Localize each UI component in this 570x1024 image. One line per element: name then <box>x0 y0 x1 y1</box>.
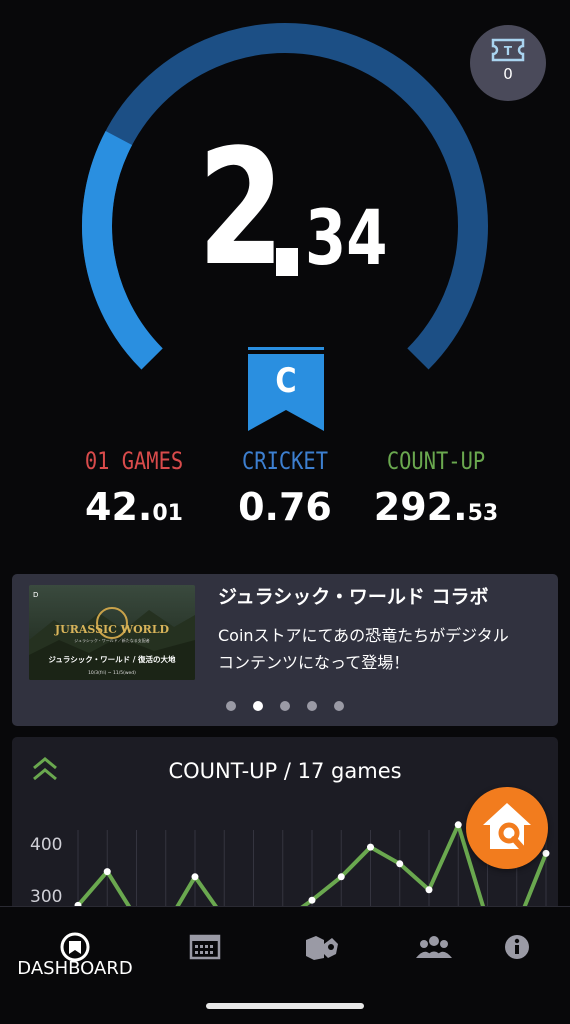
stat-value-main: 292. <box>373 485 468 529</box>
y-tick-label: 400 <box>30 835 62 855</box>
stat-label-01-games: 01 GAMES <box>84 447 184 475</box>
ticket-button[interactable]: T <box>470 25 546 101</box>
home-search-icon <box>483 803 531 852</box>
banner-image-caption: ジュラシック・ワールド / 復活の大地 <box>48 654 176 664</box>
stat-value-count-up: 292.53 <box>368 482 504 532</box>
expand-chevrons-icon[interactable] <box>30 754 60 784</box>
series-segment <box>427 822 461 892</box>
stat-value-main: 42. <box>85 485 153 529</box>
rating-decimal: 34 <box>305 193 388 282</box>
data-point <box>191 873 199 881</box>
series-segment <box>397 861 431 892</box>
rank-letter: C <box>275 361 297 401</box>
banner-image-subtitle: ジュラシック・ワールド／新たなる支配者 <box>74 637 150 643</box>
nav-label-dashboard: DASHBOARD <box>17 958 133 979</box>
banner-image-title: JURASSIC WORLD <box>54 623 170 636</box>
award-icon <box>306 936 338 960</box>
carousel-dot[interactable] <box>307 701 317 711</box>
countup-title: COUNT-UP / 17 games <box>168 759 402 783</box>
info-icon <box>505 935 529 959</box>
data-point <box>367 843 374 851</box>
nav-item-calendar[interactable] <box>148 916 262 986</box>
banner-text: Coinストアにてあの恐竜たちがデジタル コンテンツになって登場！ <box>218 622 548 678</box>
y-tick-label: 300 <box>30 887 62 907</box>
carousel-dot[interactable] <box>226 701 236 711</box>
rating-decimal-point <box>276 248 298 276</box>
carousel-dot-active[interactable] <box>253 701 263 711</box>
stat-value-main: 0.76 <box>238 485 332 529</box>
stat-label-cricket: CRICKET <box>242 447 328 475</box>
home-indicator <box>206 1003 364 1009</box>
ticket-icon: T <box>491 38 525 62</box>
carousel-dot[interactable] <box>334 701 344 711</box>
nav-item-info[interactable] <box>460 916 570 986</box>
series-segment <box>76 869 110 908</box>
gauge-level <box>82 131 163 370</box>
svg-text:T: T <box>504 44 513 58</box>
banner-image-dates: 10/3(fri) ~ 11/5(wed) <box>88 670 136 676</box>
series-segment <box>310 874 344 903</box>
carousel-dots <box>200 698 370 714</box>
banner-image[interactable]: D JURASSIC WORLD ジュラシック・ワールド／新たなる支配者 ジュラ… <box>29 585 195 680</box>
stat-label-count-up: COUNT-UP <box>386 447 486 475</box>
carousel-dot[interactable] <box>280 701 290 711</box>
stat-value-small: 53 <box>467 501 499 526</box>
stat-value-small: 01 <box>152 501 183 526</box>
stat-value-cricket: 0.76 <box>217 482 353 532</box>
home-search-button[interactable] <box>466 787 548 869</box>
series-segment <box>339 845 373 879</box>
series-segment <box>368 845 402 866</box>
data-point <box>396 860 404 868</box>
banner-title: ジュラシック・ワールド コラボ <box>218 586 489 608</box>
stat-value-01-games: 42.01 <box>66 482 202 532</box>
friends-icon <box>416 936 452 958</box>
calendar-icon <box>189 934 221 960</box>
ticket-count: 0 <box>503 65 513 83</box>
banner-text-line: Coinストアにてあの恐竜たちがデジタル <box>218 626 509 645</box>
data-point <box>542 849 550 857</box>
svg-text:D: D <box>33 591 38 599</box>
data-point <box>103 868 111 876</box>
banner-text-line: コンテンツになって登場！ <box>218 653 410 672</box>
data-point <box>337 873 345 881</box>
nav-item-award[interactable] <box>262 916 376 986</box>
data-point <box>454 821 462 829</box>
data-point <box>308 896 316 904</box>
data-point <box>425 886 433 894</box>
